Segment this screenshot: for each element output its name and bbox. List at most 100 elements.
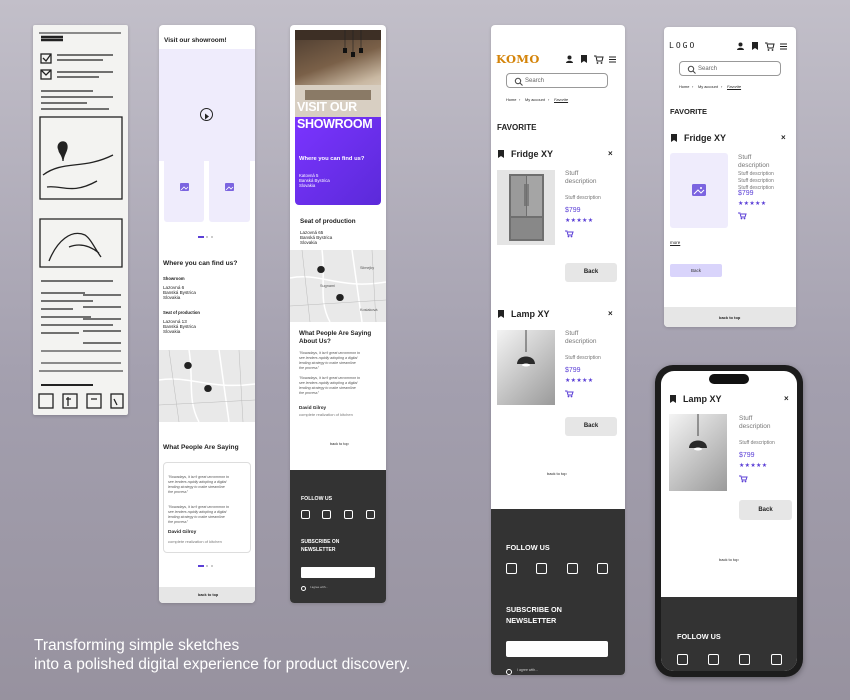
header-icons	[566, 55, 616, 64]
menu-icon[interactable]	[780, 43, 787, 50]
item-desc-1: Stuff	[739, 415, 753, 422]
quote2-line2: see lenders rapidly adopting a digital	[299, 381, 358, 385]
agree-checkbox[interactable]	[506, 669, 512, 675]
newsletter-input[interactable]	[506, 641, 608, 657]
newsletter-label-1: SUBSCRIBE ON	[506, 605, 562, 614]
crumb-account[interactable]: My account	[698, 84, 718, 89]
close-icon[interactable]: ×	[608, 309, 613, 318]
item-desc-4: Stuff description	[738, 178, 774, 184]
search-input[interactable]: Search	[679, 61, 781, 76]
fridge-image[interactable]	[497, 170, 555, 245]
carousel-dots[interactable]	[198, 236, 218, 239]
cart-icon[interactable]	[594, 55, 604, 64]
search-placeholder: Search	[525, 77, 545, 84]
crumb-favorite[interactable]: Favorite	[727, 84, 741, 89]
phone-mockup: Lamp XY × Stuff description Stuff descri…	[655, 365, 803, 677]
find-us-heading: Where you can find us?	[163, 260, 238, 267]
play-icon	[205, 113, 209, 120]
youtube-icon[interactable]	[366, 510, 375, 519]
map[interactable]: Slimejky Sugnami Kosiaková	[290, 250, 386, 322]
back-button-label: Back	[583, 423, 599, 429]
back-button[interactable]: Back	[670, 264, 722, 277]
hero-image: VISIT OUR	[295, 30, 381, 117]
image-placeholder[interactable]	[670, 153, 728, 228]
back-to-top-label[interactable]: back to top	[547, 471, 567, 476]
instagram-icon[interactable]	[322, 510, 331, 519]
user-icon[interactable]	[566, 55, 573, 64]
item-name: Fridge XY	[684, 133, 727, 143]
item-desc-2: description	[739, 423, 771, 430]
back-to-top-label[interactable]: back to top	[719, 557, 739, 562]
quote1-line1: "Nowadays, it isn't great uncommon to	[299, 351, 361, 355]
agree-checkbox[interactable]	[301, 586, 306, 591]
cart-icon[interactable]	[565, 390, 574, 398]
lamp-photo	[517, 330, 535, 367]
close-icon[interactable]: ×	[781, 133, 786, 142]
facebook-icon[interactable]	[301, 510, 310, 519]
facebook-icon[interactable]	[677, 654, 688, 665]
back-button[interactable]: Back	[565, 263, 617, 282]
more-link[interactable]: more	[670, 240, 680, 245]
close-icon[interactable]: ×	[784, 394, 789, 403]
brand-logo[interactable]: KOMO	[496, 52, 540, 66]
bookmark-icon[interactable]	[671, 134, 678, 143]
lamp-image[interactable]	[497, 330, 555, 405]
back-to-top-bar[interactable]: back to top	[159, 587, 255, 603]
back-to-top-bar[interactable]: back to top	[664, 307, 796, 327]
search-input[interactable]: Search	[506, 73, 608, 88]
pinterest-icon[interactable]	[739, 654, 750, 665]
back-button[interactable]: Back	[565, 417, 617, 436]
quote1-line2: see lenders rapidly adopting a digital	[299, 356, 358, 360]
production-addr-3: Slovakia	[300, 240, 318, 245]
chevron-right-icon: ›	[721, 84, 723, 89]
bookmark-icon[interactable]	[498, 150, 505, 159]
testimonial-role: complete realization of kitchen	[299, 412, 353, 417]
back-button[interactable]: Back	[739, 500, 792, 520]
image-card-left[interactable]	[164, 150, 204, 222]
brand-logo[interactable]: LOGO	[669, 41, 696, 50]
image-icon	[225, 183, 234, 191]
crumb-home[interactable]: Home	[679, 84, 689, 89]
pinterest-icon[interactable]	[567, 563, 578, 574]
lamp-image[interactable]	[669, 414, 727, 491]
bookmark-icon[interactable]	[498, 310, 505, 319]
search-placeholder: Search	[698, 65, 718, 72]
back-to-top-label[interactable]: back to top	[330, 442, 349, 446]
cart-icon[interactable]	[738, 212, 747, 220]
quote2-line3: lending strategy to make streamline	[168, 515, 225, 519]
cart-icon[interactable]	[565, 230, 574, 238]
lamp-photo	[689, 414, 707, 451]
youtube-icon[interactable]	[597, 563, 608, 574]
bookmark-icon[interactable]	[752, 42, 758, 50]
caption-line-1: Transforming simple sketches	[34, 637, 240, 654]
image-icon	[692, 184, 706, 196]
production-label: Seat of production	[163, 310, 200, 315]
pinterest-icon[interactable]	[344, 510, 353, 519]
komo-favorites-screen: KOMO Search Home › My account › Favorite…	[491, 25, 625, 675]
breadcrumb: Home › My account › Favorite	[506, 97, 616, 104]
bookmark-icon[interactable]	[670, 395, 677, 404]
play-button[interactable]	[200, 108, 213, 121]
item-name: Lamp XY	[683, 394, 722, 404]
instagram-icon[interactable]	[708, 654, 719, 665]
item-name: Lamp XY	[511, 309, 550, 319]
section-title: FAVORITE	[670, 107, 707, 116]
map[interactable]	[159, 350, 255, 422]
testimonial-dots[interactable]	[198, 565, 218, 568]
quote1-line3: lending strategy to make streamline	[299, 361, 356, 365]
youtube-icon[interactable]	[771, 654, 782, 665]
crumb-home[interactable]: Home	[506, 97, 516, 102]
newsletter-input[interactable]	[301, 567, 375, 578]
instagram-icon[interactable]	[536, 563, 547, 574]
menu-icon[interactable]	[609, 56, 616, 63]
bookmark-icon[interactable]	[581, 55, 587, 63]
close-icon[interactable]: ×	[608, 149, 613, 158]
user-icon[interactable]	[737, 42, 744, 51]
facebook-icon[interactable]	[506, 563, 517, 574]
cart-icon[interactable]	[765, 42, 775, 51]
image-card-right[interactable]	[209, 150, 250, 222]
crumb-favorite[interactable]: Favorite	[554, 97, 568, 102]
crumb-account[interactable]: My account	[525, 97, 545, 102]
item-desc-3: Stuff description	[738, 171, 774, 177]
cart-icon[interactable]	[739, 475, 748, 483]
